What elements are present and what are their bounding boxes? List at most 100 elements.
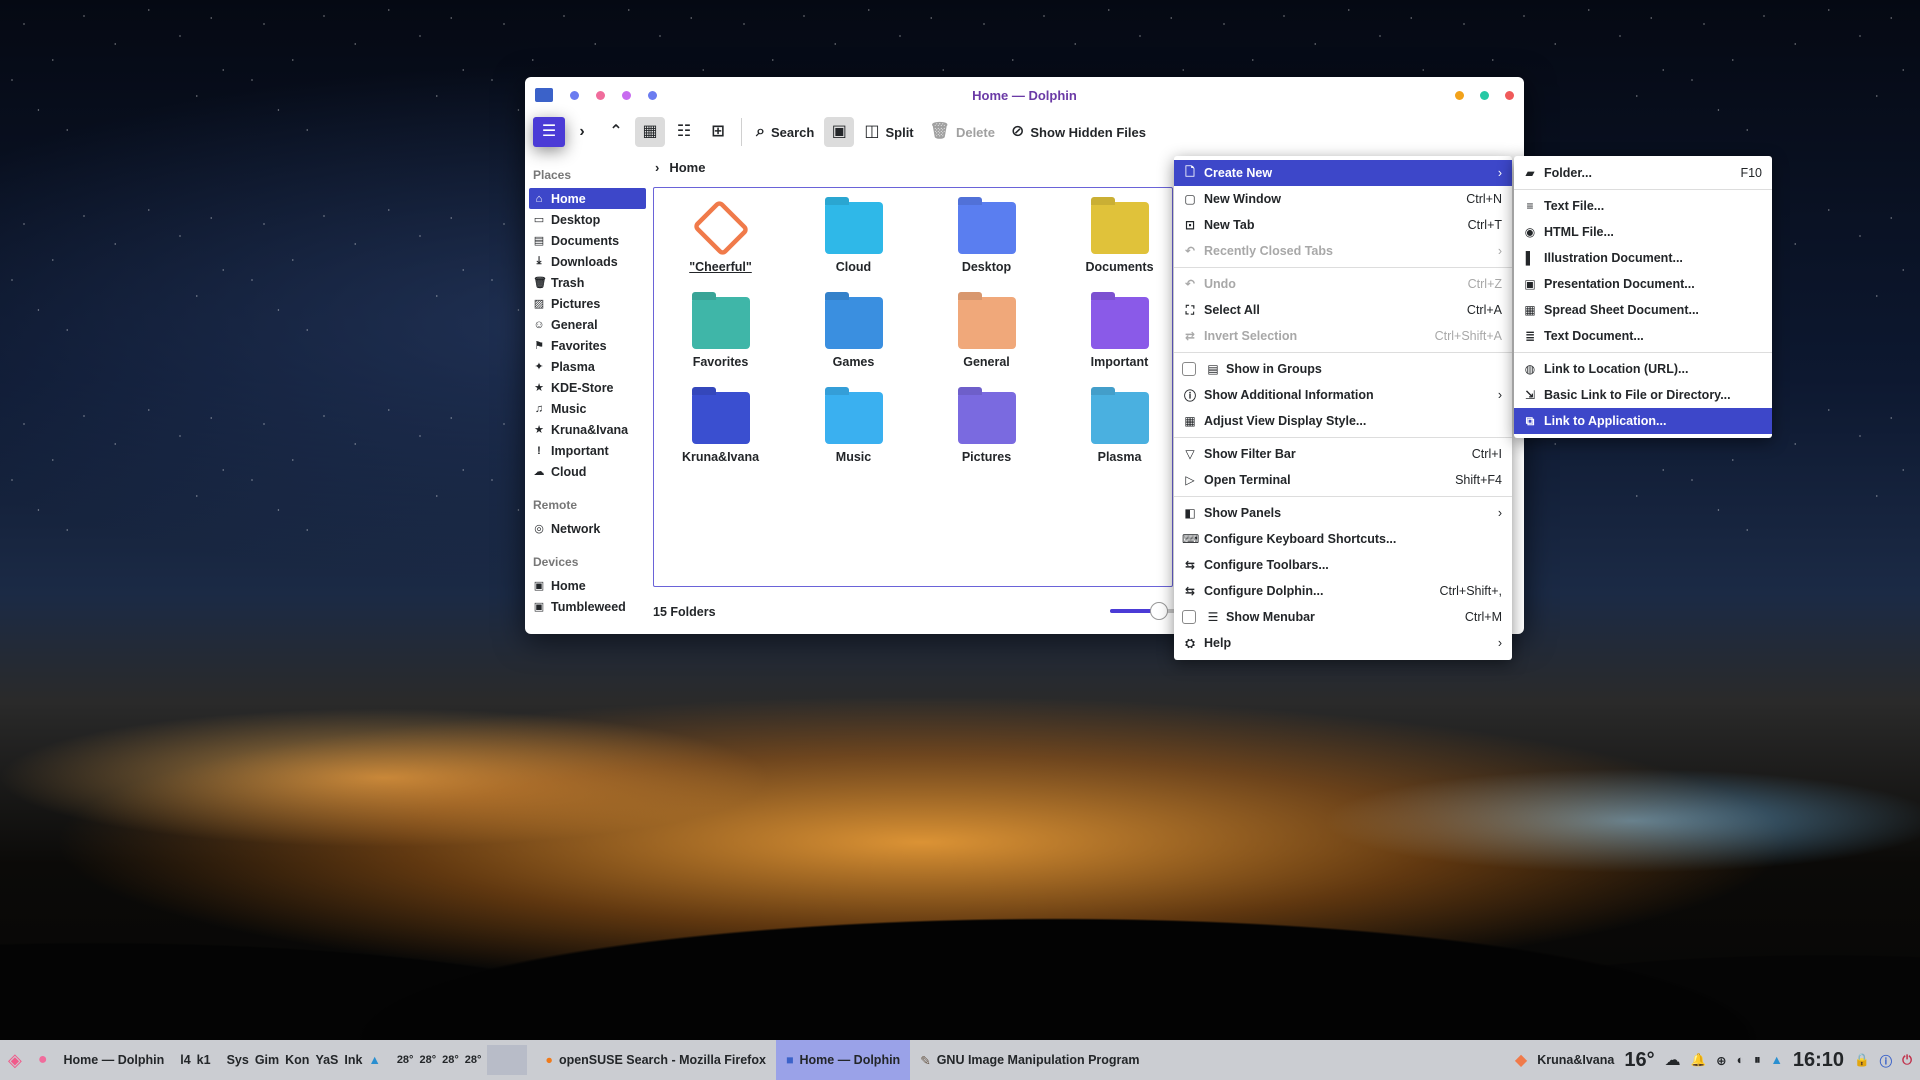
- task-dolphin-pinned[interactable]: Home — Dolphin: [56, 1040, 173, 1080]
- checkbox[interactable]: [1182, 362, 1196, 376]
- pager-desktop-2[interactable]: k1: [197, 1053, 211, 1067]
- sidebar-item-places-6[interactable]: ☺ General: [529, 314, 646, 335]
- folder-item[interactable]: Cloud: [787, 202, 920, 297]
- updates-icon[interactable]: ⊕: [1716, 1053, 1726, 1068]
- folder-item[interactable]: Games: [787, 297, 920, 392]
- close-button[interactable]: [1505, 90, 1514, 100]
- menu-item[interactable]: ⇆ Configure Dolphin... Ctrl+Shift+,: [1174, 578, 1512, 604]
- quicklaunch-ink[interactable]: Ink: [344, 1053, 362, 1067]
- sidebar-item-places-10[interactable]: ♫ Music: [529, 398, 646, 419]
- search-button[interactable]: ⌕ Search: [750, 117, 820, 147]
- sidebar-item-remote-0[interactable]: ◎ Network: [529, 518, 646, 539]
- breadcrumb-current[interactable]: Home: [669, 160, 705, 175]
- quicklaunch-yas[interactable]: YaS: [315, 1053, 338, 1067]
- folder-item[interactable]: Favorites: [654, 297, 787, 392]
- minimize-button[interactable]: [1455, 90, 1464, 100]
- sidebar-item-places-4[interactable]: 🗑 Trash: [529, 272, 646, 293]
- checkbox[interactable]: [1182, 610, 1196, 624]
- split-button[interactable]: ◫ Split: [858, 117, 919, 147]
- sidebar-item-places-13[interactable]: ☁ Cloud: [529, 461, 646, 482]
- title-bar[interactable]: Home — Dolphin: [525, 77, 1524, 113]
- submenu-item[interactable]: ⇲ Basic Link to File or Directory...: [1514, 382, 1772, 408]
- menu-item[interactable]: ◧ Show Panels ›: [1174, 500, 1512, 526]
- menu-item[interactable]: ▤ Show in Groups: [1174, 356, 1512, 382]
- sidebar-item-devices-0[interactable]: ▣ Home: [529, 575, 646, 596]
- menu-item[interactable]: 🗋 Create New ›: [1174, 160, 1512, 186]
- folder-item[interactable]: General: [920, 297, 1053, 392]
- task-firefox[interactable]: ● openSUSE Search - Mozilla Firefox: [535, 1040, 776, 1080]
- title-dot-1[interactable]: [570, 90, 579, 100]
- system-monitor-icon[interactable]: [487, 1045, 528, 1075]
- user-avatar-icon[interactable]: ◆: [1515, 1050, 1527, 1070]
- icons-view-button[interactable]: ▦: [635, 117, 665, 147]
- menu-item[interactable]: ⊡ New Tab Ctrl+T: [1174, 212, 1512, 238]
- notifications-icon[interactable]: 🔔: [1691, 1053, 1707, 1068]
- cloud-icon[interactable]: ☁: [1665, 1050, 1681, 1070]
- file-view[interactable]: "Cheerful" Cloud Desktop Documents Favorites…: [653, 187, 1173, 587]
- submenu-item[interactable]: ◍ Link to Location (URL)...: [1514, 356, 1772, 382]
- quicklaunch-gim[interactable]: Gim: [255, 1053, 279, 1067]
- zoom-slider-handle[interactable]: [1150, 602, 1168, 620]
- triangle-up-icon[interactable]: ▲: [368, 1053, 380, 1067]
- sidebar-item-places-12[interactable]: ! Important: [529, 440, 646, 461]
- menu-item[interactable]: ⌨ Configure Keyboard Shortcuts...: [1174, 526, 1512, 552]
- pager[interactable]: l4 k1: [172, 1040, 218, 1080]
- show-hidden-files-button[interactable]: ⊘ Show Hidden Files: [1005, 117, 1152, 147]
- tray-expand-icon[interactable]: ▲: [1770, 1053, 1782, 1067]
- maximize-button[interactable]: [1480, 90, 1489, 100]
- sidebar-item-places-7[interactable]: ⚑ Favorites: [529, 335, 646, 356]
- folder-item[interactable]: Plasma: [1053, 392, 1186, 487]
- volume-icon[interactable]: ◐: [1737, 1053, 1745, 1067]
- up-button[interactable]: ⌃: [601, 117, 631, 147]
- task-gimp[interactable]: ✎ GNU Image Manipulation Program: [910, 1040, 1149, 1080]
- user-name[interactable]: Kruna&Ivana: [1537, 1053, 1614, 1067]
- folder-item[interactable]: Music: [787, 392, 920, 487]
- sidebar-item-places-0[interactable]: ⌂ Home: [529, 188, 646, 209]
- sidebar-item-places-3[interactable]: ⤓ Downloads: [529, 251, 646, 272]
- info-icon[interactable]: ⓘ: [1880, 1051, 1893, 1070]
- menu-item[interactable]: ▢ New Window Ctrl+N: [1174, 186, 1512, 212]
- tree-view-button[interactable]: ⊞: [703, 117, 733, 147]
- menu-item[interactable]: ⛭ Help ›: [1174, 630, 1512, 656]
- folder-item[interactable]: Important: [1053, 297, 1186, 392]
- quicklaunch-sys[interactable]: Sys: [227, 1053, 249, 1067]
- folder-item[interactable]: Documents: [1053, 202, 1186, 297]
- media-icon[interactable]: ⏸: [1754, 1053, 1760, 1068]
- submenu-item[interactable]: ⧉ Link to Application...: [1514, 408, 1772, 434]
- forward-button[interactable]: ›: [567, 117, 597, 147]
- dolphin-app-icon[interactable]: [535, 88, 553, 102]
- menu-item[interactable]: ⛶ Select All Ctrl+A: [1174, 297, 1512, 323]
- title-dot-4[interactable]: [648, 90, 657, 100]
- weather-temperature[interactable]: 16°: [1624, 1049, 1654, 1072]
- breadcrumb[interactable]: › Home: [650, 160, 705, 175]
- menu-item[interactable]: ▦ Adjust View Display Style...: [1174, 408, 1512, 434]
- delete-button[interactable]: 🗑 Delete: [924, 117, 1001, 147]
- submenu-item[interactable]: ≣ Text Document...: [1514, 323, 1772, 349]
- submenu-item[interactable]: ▣ Presentation Document...: [1514, 271, 1772, 297]
- menu-item[interactable]: ☰ Show Menubar Ctrl+M: [1174, 604, 1512, 630]
- folder-item[interactable]: "Cheerful": [654, 198, 787, 297]
- submenu-item[interactable]: ▦ Spread Sheet Document...: [1514, 297, 1772, 323]
- sidebar-item-places-1[interactable]: ▭ Desktop: [529, 209, 646, 230]
- power-icon[interactable]: ⏻: [1902, 1053, 1912, 1068]
- preview-button[interactable]: ▣: [824, 117, 855, 147]
- sidebar-item-places-2[interactable]: ▤ Documents: [529, 230, 646, 251]
- details-view-button[interactable]: ☷: [669, 117, 699, 147]
- lock-icon[interactable]: 🔒: [1854, 1053, 1870, 1068]
- menu-item[interactable]: ⓘ Show Additional Information ›: [1174, 382, 1512, 408]
- title-dot-2[interactable]: [596, 90, 605, 100]
- submenu-item[interactable]: ◉ HTML File...: [1514, 219, 1772, 245]
- menu-item[interactable]: ▽ Show Filter Bar Ctrl+I: [1174, 441, 1512, 467]
- sidebar-item-places-5[interactable]: ▨ Pictures: [529, 293, 646, 314]
- menu-item[interactable]: ⇆ Configure Toolbars...: [1174, 552, 1512, 578]
- activity-switcher[interactable]: ●: [30, 1040, 56, 1080]
- submenu-item[interactable]: ≡ Text File...: [1514, 193, 1772, 219]
- submenu-item[interactable]: ▰ Folder... F10: [1514, 160, 1772, 186]
- folder-item[interactable]: Kruna&Ivana: [654, 392, 787, 487]
- clock[interactable]: 16:10: [1793, 1049, 1844, 1072]
- sidebar-item-places-11[interactable]: ★ Kruna&Ivana: [529, 419, 646, 440]
- pager-desktop-1[interactable]: l4: [180, 1053, 190, 1067]
- folder-item[interactable]: Pictures: [920, 392, 1053, 487]
- sidebar-item-places-8[interactable]: ✦ Plasma: [529, 356, 646, 377]
- sidebar-item-places-9[interactable]: ★ KDE-Store: [529, 377, 646, 398]
